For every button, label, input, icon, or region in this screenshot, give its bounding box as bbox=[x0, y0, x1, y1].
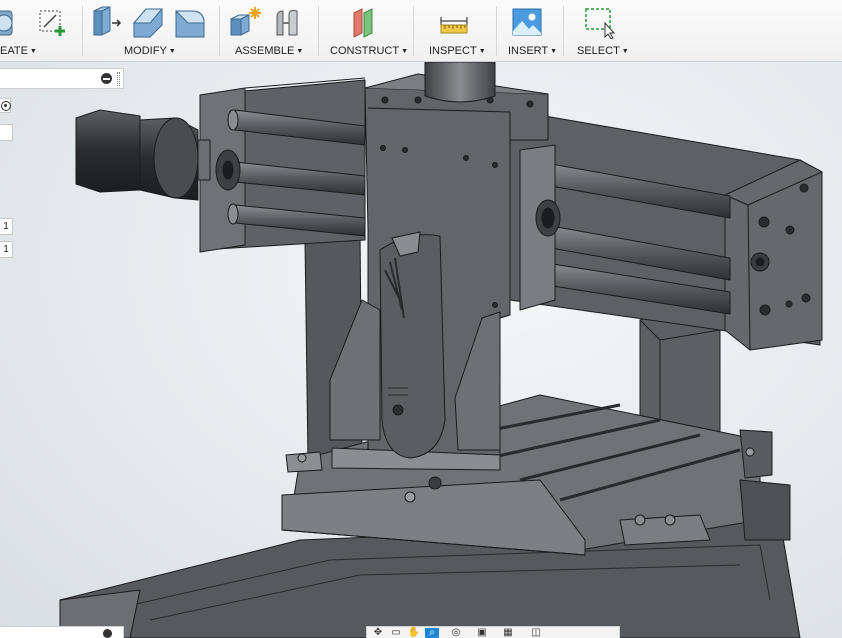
fillet-button[interactable] bbox=[132, 5, 166, 39]
fillet-icon bbox=[132, 8, 164, 38]
chevron-down-icon: ▼ bbox=[29, 48, 37, 55]
chevron-down-icon: ▼ bbox=[550, 48, 558, 55]
assemble-menu[interactable]: ASSEMBLE ▼ bbox=[235, 45, 303, 57]
insert-menu[interactable]: INSERT ▼ bbox=[508, 45, 557, 57]
viewports-icon[interactable]: ◫ bbox=[529, 628, 543, 638]
inspect-group: INSPECT ▼ bbox=[415, 0, 495, 62]
toolbar-divider bbox=[318, 6, 319, 56]
insert-image-icon bbox=[512, 8, 542, 36]
inspect-menu[interactable]: INSPECT ▼ bbox=[429, 45, 486, 57]
browser-row-value: 1 bbox=[0, 218, 13, 235]
joint-button[interactable] bbox=[271, 5, 305, 39]
canvas-viewport[interactable] bbox=[0, 62, 842, 638]
grid-settings-icon[interactable]: ▦ bbox=[501, 628, 515, 638]
select-window-button[interactable] bbox=[583, 5, 617, 40]
create-form-icon bbox=[0, 10, 13, 36]
select-window-icon bbox=[585, 8, 616, 40]
display-settings-icon[interactable]: ▣ bbox=[475, 628, 489, 638]
modify-group: MODIFY ▼ bbox=[84, 0, 218, 62]
browser-row-value: 1 bbox=[0, 241, 13, 258]
construct-group: CONSTRUCT ▼ bbox=[320, 0, 412, 62]
toolbar-divider bbox=[219, 6, 220, 56]
create-sketch-button[interactable] bbox=[36, 5, 70, 39]
offset-plane-icon bbox=[353, 8, 373, 38]
toolbar-divider bbox=[563, 6, 564, 56]
radio-icon bbox=[4, 104, 7, 107]
orbit-icon[interactable]: ✥ bbox=[371, 628, 385, 638]
select-menu[interactable]: SELECT ▼ bbox=[577, 45, 629, 57]
select-group: SELECT ▼ bbox=[565, 0, 635, 62]
new-component-icon bbox=[230, 7, 261, 36]
modify-menu[interactable]: MODIFY ▼ bbox=[124, 45, 176, 57]
sketch-create-icon bbox=[39, 10, 65, 36]
create-menu-label: EATE bbox=[0, 45, 28, 57]
cnc-machine-model bbox=[59, 62, 823, 638]
pan-icon[interactable]: ✋ bbox=[407, 628, 421, 638]
measure-button[interactable] bbox=[437, 5, 471, 39]
insert-menu-label: INSERT bbox=[508, 45, 549, 57]
zoom-icon[interactable]: ⌕ bbox=[425, 628, 439, 638]
insert-group: INSERT ▼ bbox=[498, 0, 562, 62]
create-group: EATE ▼ bbox=[0, 0, 80, 62]
toolbar-divider bbox=[413, 6, 414, 56]
chevron-down-icon: ▼ bbox=[621, 48, 629, 55]
modify-menu-label: MODIFY bbox=[124, 45, 167, 57]
assemble-group: ASSEMBLE ▼ bbox=[221, 0, 317, 62]
press-pull-icon bbox=[93, 6, 122, 36]
chevron-down-icon: ▼ bbox=[168, 48, 176, 55]
joint-icon bbox=[276, 10, 298, 36]
toolbar: EATE ▼ MODIFY ▼ ASSEMBLE ▼ CONSTRUCT ▼ I… bbox=[0, 0, 842, 62]
assemble-menu-label: ASSEMBLE bbox=[235, 45, 295, 57]
drag-handle-icon[interactable] bbox=[117, 72, 120, 86]
chamfer-icon bbox=[174, 10, 205, 38]
new-component-button[interactable] bbox=[229, 5, 263, 39]
chamfer-button[interactable] bbox=[174, 5, 208, 39]
visibility-toggle[interactable] bbox=[0, 98, 11, 113]
press-pull-button[interactable] bbox=[90, 5, 124, 39]
chevron-down-icon: ▼ bbox=[296, 48, 304, 55]
look-at-icon[interactable]: ▭ bbox=[389, 628, 403, 638]
inspect-menu-label: INSPECT bbox=[429, 45, 477, 57]
insert-image-button[interactable] bbox=[510, 5, 544, 39]
chevron-down-icon: ▼ bbox=[478, 48, 486, 55]
collapse-icon[interactable] bbox=[101, 73, 112, 84]
toolbar-divider bbox=[82, 6, 83, 56]
create-menu[interactable]: EATE ▼ bbox=[0, 45, 37, 57]
browser-panel-header[interactable] bbox=[0, 68, 124, 89]
offset-plane-button[interactable] bbox=[348, 5, 382, 39]
chevron-down-icon: ▼ bbox=[401, 48, 408, 55]
fit-icon[interactable]: ◎ bbox=[449, 628, 463, 638]
browser-row-fragment bbox=[0, 124, 13, 141]
select-menu-label: SELECT bbox=[577, 45, 620, 57]
construct-menu[interactable]: CONSTRUCT ▼ bbox=[330, 45, 408, 57]
create-form-button[interactable] bbox=[0, 5, 20, 39]
toolbar-divider bbox=[496, 6, 497, 56]
construct-menu-label: CONSTRUCT bbox=[330, 45, 400, 57]
expand-icon[interactable] bbox=[103, 629, 112, 638]
measure-icon bbox=[440, 17, 468, 34]
comments-panel-header[interactable] bbox=[0, 626, 124, 638]
navigation-toolbar: ✥ ▭ ✋ ⌕ ◎ ▣ ▦ ◫ bbox=[366, 626, 620, 638]
